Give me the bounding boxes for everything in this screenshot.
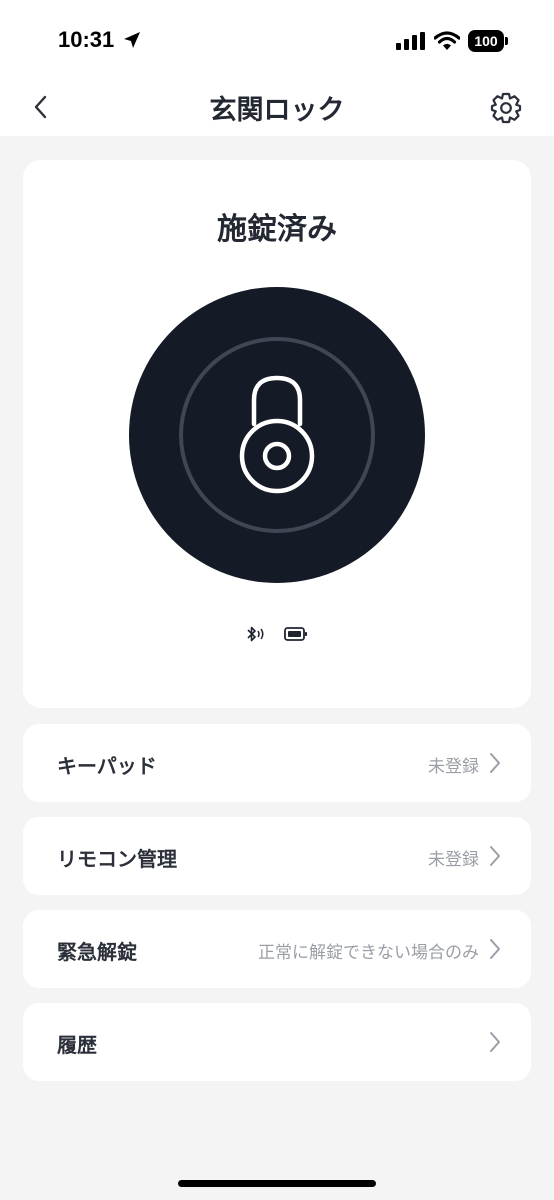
- home-indicator[interactable]: [178, 1180, 376, 1187]
- menu-item-keypad[interactable]: キーパッド 未登録: [23, 724, 531, 802]
- status-bar: 10:31 100: [0, 0, 554, 78]
- battery-icon: [284, 627, 307, 641]
- signal-icon: [396, 32, 426, 54]
- gear-icon: [490, 92, 522, 124]
- menu-item-value: 正常に解錠できない場合のみ: [258, 943, 479, 963]
- menu-item-value: 未登録: [428, 757, 479, 777]
- lock-toggle-button[interactable]: [129, 287, 425, 583]
- battery-level: 100: [468, 30, 504, 52]
- battery-icon: 100: [468, 30, 508, 52]
- chevron-right-icon: [490, 846, 500, 866]
- bluetooth-icon: [247, 626, 264, 642]
- location-arrow-icon: [122, 30, 142, 54]
- lock-status-indicators: [23, 626, 531, 642]
- menu-item-remote[interactable]: リモコン管理 未登録: [23, 817, 531, 895]
- menu-item-emergency-unlock[interactable]: 緊急解錠 正常に解錠できない場合のみ: [23, 910, 531, 988]
- menu-item-value: 未登録: [428, 850, 479, 870]
- menu-item-history[interactable]: 履歴: [23, 1003, 531, 1081]
- chevron-right-icon: [490, 753, 500, 773]
- menu-item-label: 緊急解錠: [57, 940, 137, 964]
- lock-state-label: 施錠済み: [217, 212, 337, 247]
- status-time: 10:31: [58, 27, 115, 52]
- wifi-icon: [433, 31, 461, 55]
- menu-item-label: キーパッド: [57, 754, 157, 778]
- menu-item-label: リモコン管理: [57, 847, 177, 871]
- menu-item-label: 履歴: [57, 1033, 97, 1057]
- padlock-icon: [239, 375, 315, 494]
- chevron-right-icon: [490, 1032, 500, 1052]
- settings-button[interactable]: [489, 91, 523, 125]
- lock-card: 施錠済み: [23, 160, 531, 708]
- page-title: 玄関ロック: [209, 95, 345, 126]
- nav-bar: 玄関ロック: [0, 78, 554, 136]
- chevron-right-icon: [490, 939, 500, 959]
